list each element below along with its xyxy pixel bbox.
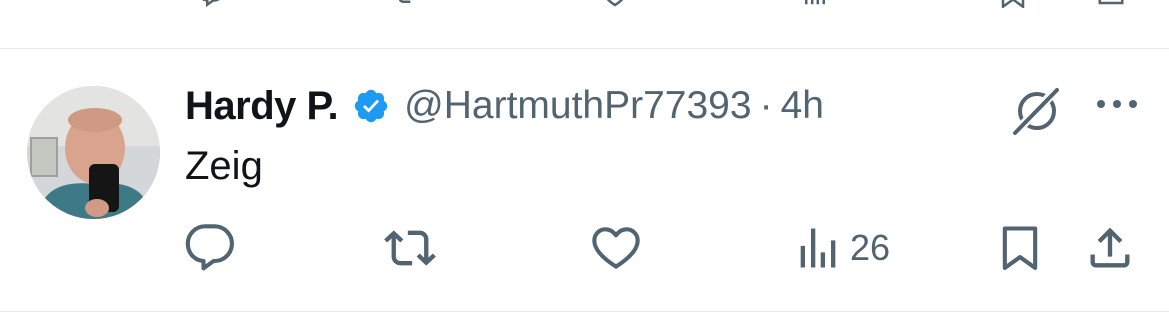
handle[interactable]: @HartmuthPr77393 — [404, 84, 751, 128]
like-icon[interactable] — [600, 0, 630, 8]
more-icon[interactable] — [1094, 92, 1140, 116]
reply-icon[interactable] — [196, 0, 226, 8]
timestamp[interactable]: 4h — [781, 84, 824, 128]
timeline: Hardy P. @HartmuthPr77393 · 4h Zeig 26 — [0, 0, 1169, 317]
share-icon[interactable] — [1096, 0, 1126, 8]
grok-icon[interactable] — [1010, 84, 1064, 138]
previous-tweet-actions — [0, 0, 1169, 8]
divider — [0, 311, 1169, 312]
views-icon[interactable] — [800, 0, 830, 8]
tweet[interactable]: Hardy P. @HartmuthPr77393 · 4h Zeig 26 — [0, 50, 1169, 310]
share-icon — [1090, 227, 1130, 268]
share-button[interactable] — [1084, 220, 1136, 276]
verified-badge-icon[interactable] — [352, 87, 390, 125]
display-name[interactable]: Hardy P. — [185, 84, 339, 129]
separator: · — [759, 84, 773, 127]
tweet-text: Zeig — [185, 144, 263, 188]
views-count: 26 — [850, 227, 891, 268]
bookmark-icon[interactable] — [998, 0, 1028, 8]
reply-button[interactable] — [184, 220, 242, 276]
retweet-icon — [384, 230, 436, 266]
tweet-header: Hardy P. @HartmuthPr77393 · 4h — [185, 82, 824, 130]
avatar[interactable] — [27, 86, 160, 219]
avatar-photo-icon — [27, 86, 160, 219]
views-icon — [800, 228, 836, 268]
retweet-button[interactable] — [384, 220, 442, 276]
heart-icon — [592, 227, 640, 269]
retweet-icon[interactable] — [394, 0, 424, 8]
bookmark-button[interactable] — [994, 220, 1046, 276]
reply-icon — [185, 224, 234, 271]
like-button[interactable] — [590, 220, 648, 276]
views-button[interactable]: 26 — [792, 220, 890, 276]
bookmark-icon — [1002, 226, 1038, 270]
divider — [0, 48, 1169, 49]
